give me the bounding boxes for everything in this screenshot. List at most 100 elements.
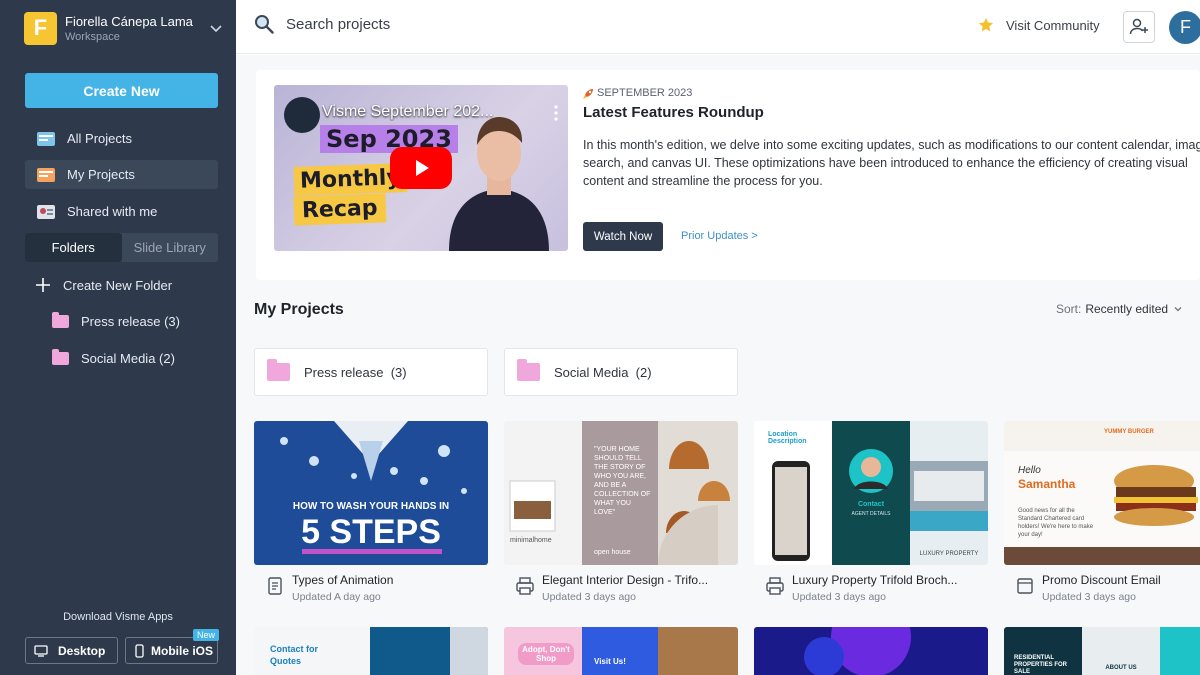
thumb-panel [658, 627, 738, 675]
thumb-hello: Hello [1018, 465, 1041, 476]
main-content: Visme September 202... Sep 2023 Monthly … [236, 55, 1200, 675]
project-card[interactable]: HOW TO WASH YOUR HANDS IN 5 STEPS Types … [254, 421, 488, 603]
project-name: Luxury Property Trifold Broch... [792, 573, 958, 587]
video-player[interactable]: Visme September 202... Sep 2023 Monthly … [274, 85, 568, 251]
thumbnail-art [1004, 451, 1200, 565]
mobile-app-button[interactable]: Mobile iOS New [125, 629, 219, 664]
project-card[interactable]: YUMMY BURGER Hello Samantha Good news fo… [1004, 421, 1200, 603]
project-card[interactable] [754, 627, 988, 675]
create-folder-label: Create New Folder [63, 277, 173, 293]
project-card[interactable]: RESIDENTIAL PROPERTIES FOR SALE ABOUT US [1004, 627, 1200, 675]
plus-icon [36, 278, 50, 292]
project-updated: Updated 3 days ago [1042, 591, 1136, 603]
sidebar-item-shared[interactable]: Shared with me [25, 197, 218, 226]
feature-kicker-text: SEPTEMBER 2023 [597, 87, 693, 99]
desktop-app-button[interactable]: Desktop [25, 637, 118, 664]
chevron-down-icon [1174, 307, 1182, 312]
search-input[interactable]: Search projects [286, 16, 390, 33]
download-apps-title: Download Visme Apps [63, 611, 173, 623]
sidebar: F Fiorella Cánepa Lama Workspace Create … [0, 0, 236, 675]
sidebar-folder-label: Social Media (2) [81, 350, 175, 366]
folder-icon [517, 359, 540, 381]
add-user-icon [1129, 18, 1148, 35]
feature-desc-line: In this month's edition, we delve into s… [583, 138, 1200, 152]
folder-count: (2) [635, 364, 652, 380]
project-name: Promo Discount Email [1042, 573, 1161, 587]
feature-card: Visme September 202... Sep 2023 Monthly … [256, 70, 1200, 280]
folder-count: (3) [390, 364, 407, 380]
thumb-quote: "YOUR HOME SHOULD TELL THE STORY OF WHO … [594, 446, 651, 516]
workspace-name: Fiorella Cánepa Lama [65, 13, 193, 29]
play-button[interactable] [390, 147, 452, 189]
desktop-label: Desktop [58, 643, 106, 658]
thumb-panel [582, 627, 658, 675]
thumb-text: Visit Us! [594, 657, 626, 666]
project-thumbnail: Location Description Contact AGENT DETAI… [754, 421, 988, 565]
thumbnail-art [804, 627, 911, 675]
create-folder-button[interactable]: Create New Folder [36, 273, 172, 297]
prior-updates-link[interactable]: Prior Updates > [681, 230, 758, 242]
shared-icon [37, 204, 55, 219]
project-thumbnail: "YOUR HOME SHOULD TELL THE STORY OF WHO … [504, 421, 738, 565]
tab-folders[interactable]: Folders [25, 233, 122, 262]
thumb-text: HOW TO WASH YOUR HANDS IN [292, 501, 450, 512]
feature-kicker: SEPTEMBER 2023 [583, 87, 692, 99]
feature-description: In this month's edition, we delve into s… [583, 136, 1200, 190]
sort-value: Recently edited [1085, 302, 1169, 316]
document-icon [268, 577, 282, 595]
thumb-panel [450, 627, 488, 675]
add-user-button[interactable] [1123, 11, 1155, 43]
project-name: Types of Animation [292, 573, 394, 587]
workspace-logo: F [24, 11, 57, 45]
search-bar[interactable]: Search projects [254, 14, 390, 34]
thumb-body: Good news for all the Standard Chartered… [1018, 508, 1094, 538]
thumb-text: Contact for Quotes [270, 644, 318, 666]
folder-name: Social Media [554, 364, 629, 380]
play-icon [416, 160, 429, 176]
my-projects-icon [37, 167, 55, 182]
sidebar-item-label: All Projects [67, 131, 133, 146]
avatar[interactable]: F [1169, 11, 1200, 44]
workspace-switcher[interactable]: F Fiorella Cánepa Lama Workspace [24, 10, 224, 46]
sort-label: Sort: [1056, 302, 1082, 316]
watch-now-button[interactable]: Watch Now [583, 222, 663, 251]
folder-name: Press release [304, 364, 384, 380]
phone-icon [135, 643, 144, 658]
mobile-label: Mobile iOS [151, 643, 214, 658]
thumb-loc: Location Description [768, 431, 807, 445]
feature-title: Latest Features Roundup [583, 104, 764, 121]
section-title: My Projects [254, 301, 344, 318]
thumb-text: RESIDENTIAL PROPERTIES FOR SALE [1014, 655, 1068, 675]
community-label: Visit Community [1006, 17, 1100, 33]
feature-desc-line: content and streamline the process for y… [583, 174, 823, 188]
sidebar-item-my-projects[interactable]: My Projects [25, 160, 218, 189]
feature-desc-line: search, and canvas UI. These optimizatio… [583, 156, 1188, 170]
visit-community-link[interactable]: Visit Community [978, 17, 1100, 33]
thumb-brand: minimalhome [510, 537, 552, 544]
project-name: Elegant Interior Design - Trifo... [542, 573, 709, 587]
folder-icon [52, 348, 69, 365]
more-vertical-icon[interactable] [554, 105, 558, 121]
printer-icon [766, 577, 784, 595]
all-projects-icon [37, 131, 55, 146]
sort-dropdown[interactable]: Sort: Recently edited [1056, 302, 1183, 316]
project-updated: Updated A day ago [292, 591, 381, 603]
tab-slide-library[interactable]: Slide Library [122, 233, 219, 262]
folder-card-press[interactable]: Press release (3) [254, 348, 488, 396]
thumb-text: Adopt, Don't Shop [518, 643, 574, 665]
project-card[interactable]: Adopt, Don't Shop Visit Us! [504, 627, 738, 675]
project-card[interactable]: "YOUR HOME SHOULD TELL THE STORY OF WHO … [504, 421, 738, 603]
thumb-panel [1160, 627, 1200, 675]
sidebar-tab-group: Folders Slide Library [25, 233, 218, 262]
thumb-brand: YUMMY BURGER [1104, 429, 1154, 435]
project-card[interactable]: Location Description Contact AGENT DETAI… [754, 421, 988, 603]
project-updated: Updated 3 days ago [792, 591, 886, 603]
project-thumbnail: HOW TO WASH YOUR HANDS IN 5 STEPS [254, 421, 488, 565]
sidebar-folder-social[interactable]: Social Media (2) [52, 346, 175, 370]
thumb-lux: LUXURY PROPERTY [919, 551, 979, 557]
folder-card-social[interactable]: Social Media (2) [504, 348, 738, 396]
project-card[interactable]: Contact for Quotes [254, 627, 488, 675]
sidebar-item-all-projects[interactable]: All Projects [25, 124, 218, 153]
sidebar-folder-press[interactable]: Press release (3) [52, 309, 180, 333]
create-new-button[interactable]: Create New [25, 73, 218, 108]
